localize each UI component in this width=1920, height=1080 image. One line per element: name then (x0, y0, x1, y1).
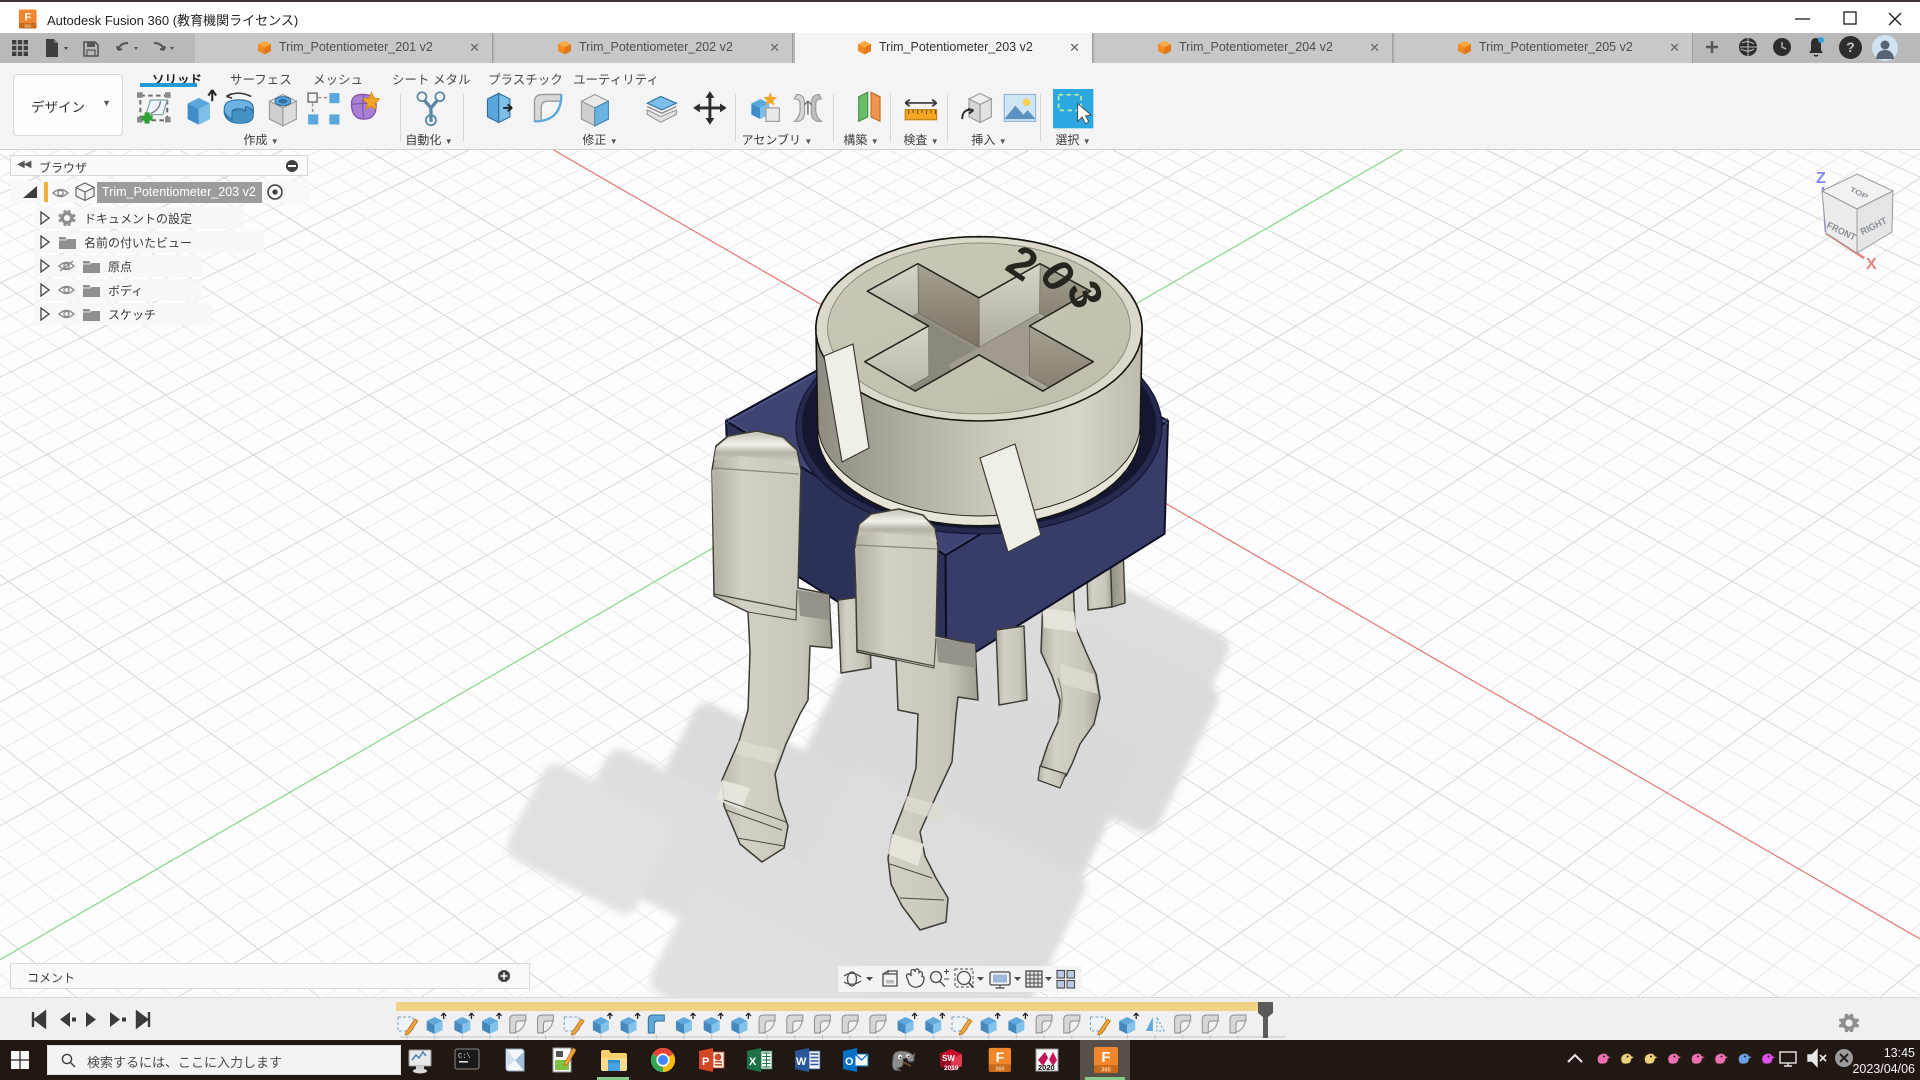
svg-text:2020: 2020 (1038, 1063, 1055, 1072)
svg-text:2019: 2019 (944, 1065, 959, 1072)
svg-text:X: X (1866, 256, 1877, 273)
svg-text:P: P (702, 1056, 709, 1068)
svg-text:W: W (796, 1056, 807, 1068)
svg-text:F: F (1101, 1049, 1110, 1066)
svg-text:360: 360 (1101, 1068, 1112, 1074)
svg-text:360: 360 (995, 1067, 1004, 1073)
svg-text:X: X (749, 1056, 757, 1068)
svg-text:Z: Z (1816, 170, 1826, 187)
svg-text:O: O (845, 1056, 854, 1068)
svg-text:F: F (996, 1049, 1005, 1065)
svg-text:SW: SW (942, 1054, 955, 1063)
svg-text:C:\: C:\ (458, 1053, 471, 1061)
